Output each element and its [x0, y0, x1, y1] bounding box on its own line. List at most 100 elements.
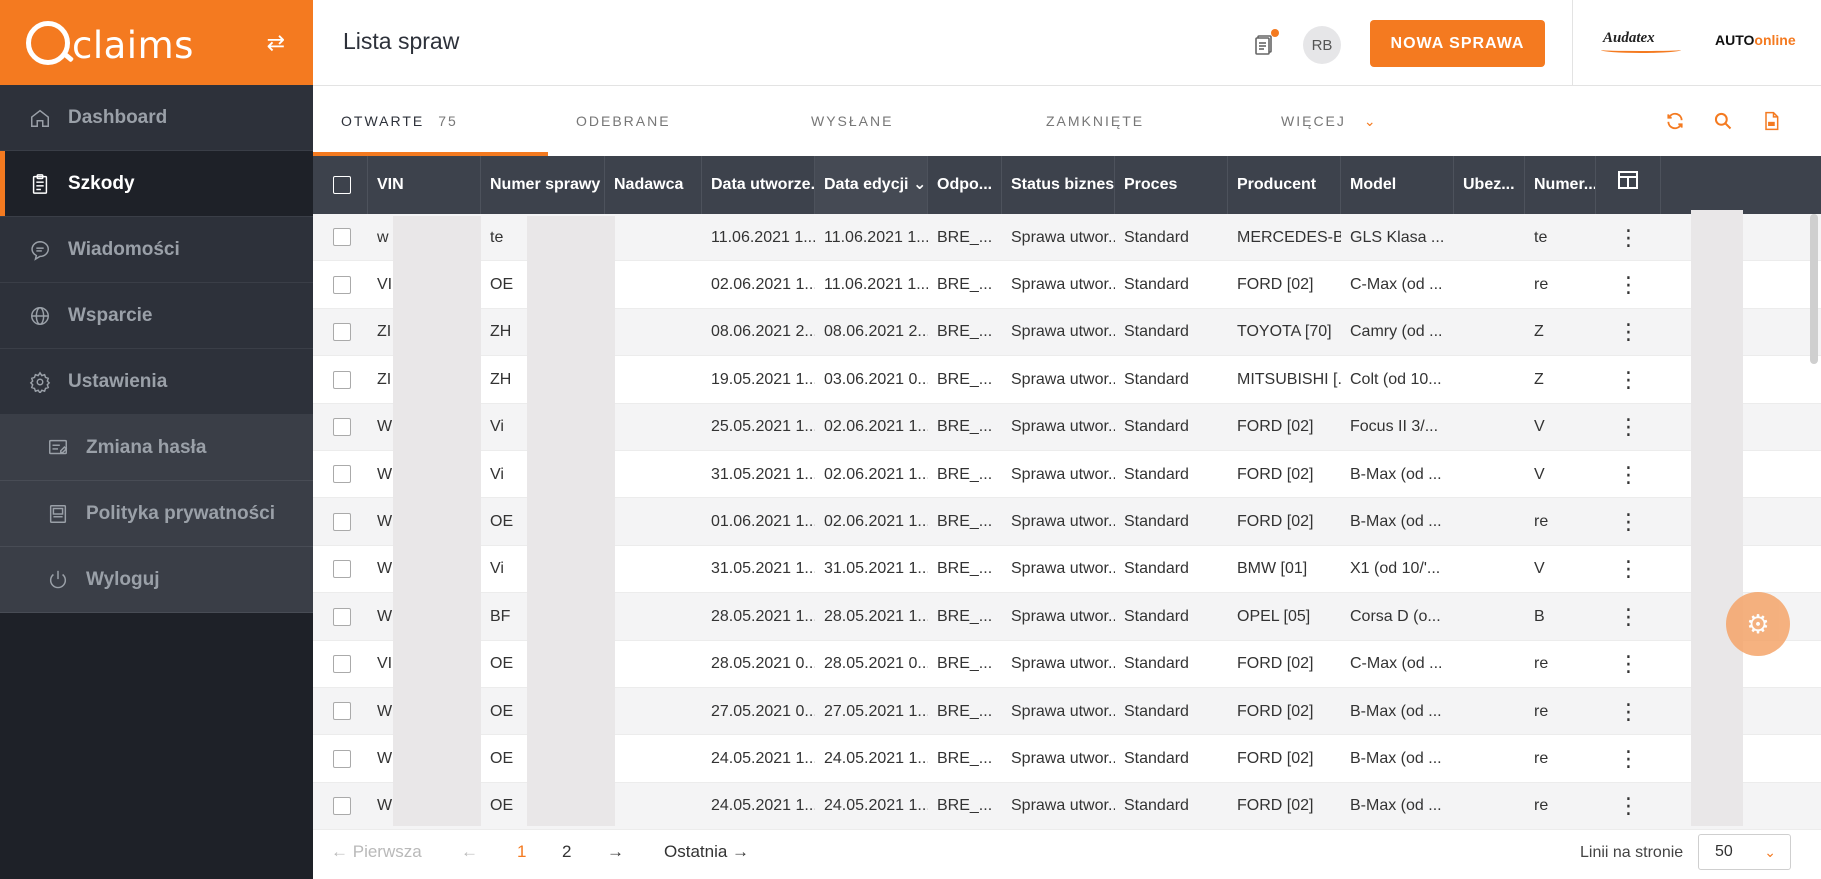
settings-fab-gear-icon[interactable]: ⚙ — [1726, 592, 1790, 656]
cell-created: 28.05.2021 1... — [711, 607, 815, 625]
column-header[interactable]: Data edycji ⌄ — [815, 156, 928, 214]
page-2[interactable]: 2 — [562, 842, 571, 862]
column-header[interactable]: Status biznes... — [1002, 156, 1115, 214]
row-checkbox-cell — [313, 451, 368, 498]
row-checkbox[interactable] — [333, 418, 351, 437]
column-settings-icon[interactable] — [1596, 156, 1661, 214]
sidebar-item-polityka-prywatnosci[interactable]: Polityka prywatności — [0, 481, 313, 547]
sidebar-item-ustawienia[interactable]: Ustawienia — [0, 349, 313, 415]
column-header[interactable]: Nadawca — [605, 156, 702, 214]
cell-status: Sprawa utwor... — [1011, 370, 1115, 388]
cell-status: Sprawa utwor... — [1011, 323, 1115, 341]
logo[interactable]: claims — [26, 18, 194, 67]
scrollbar[interactable] — [1810, 214, 1818, 364]
row-menu-icon[interactable]: ⋮ — [1596, 735, 1661, 782]
row-menu-icon[interactable]: ⋮ — [1596, 782, 1661, 829]
page-1[interactable]: 1 — [517, 842, 526, 862]
cell-model: Colt (od 10... — [1350, 370, 1442, 388]
row-checkbox[interactable] — [333, 797, 351, 816]
row-menu-icon[interactable]: ⋮ — [1596, 403, 1661, 450]
row-checkbox[interactable] — [333, 512, 351, 531]
column-header[interactable]: VIN — [368, 156, 481, 214]
row-menu-icon[interactable]: ⋮ — [1596, 356, 1661, 403]
cell-edited: 31.05.2021 1... — [824, 560, 928, 578]
sidebar-item-wiadomosci[interactable]: Wiadomości — [0, 217, 313, 283]
sidebar-item-dashboard[interactable]: Dashboard — [0, 85, 313, 151]
row-checkbox-cell — [313, 498, 368, 545]
column-header[interactable]: Proces — [1115, 156, 1228, 214]
logo-mark-icon — [26, 20, 70, 65]
sidebar-item-zmiana-hasla[interactable]: Zmiana hasła — [0, 415, 313, 481]
column-header[interactable]: Ubez... — [1454, 156, 1525, 214]
pagination: ← Pierwsza ← 1 2 → Ostatnia → Linii na s… — [313, 826, 1821, 879]
row-checkbox[interactable] — [333, 465, 351, 484]
cell-maker: FORD [02] — [1237, 655, 1314, 673]
sidebar-item-label: Ustawienia — [68, 370, 168, 392]
cell-number: re — [1534, 702, 1549, 720]
select-all-checkbox[interactable] — [333, 175, 351, 194]
cell-number: re — [1534, 655, 1549, 673]
row-checkbox[interactable] — [333, 749, 351, 768]
tab-more[interactable]: WIĘCEJ ⌄ — [1281, 86, 1378, 156]
cell-edited: 02.06.2021 1... — [824, 418, 928, 436]
tab-closed[interactable]: ZAMKNIĘTE — [1046, 86, 1144, 156]
sort-desc-icon: ⌄ — [912, 176, 927, 193]
row-menu-icon[interactable]: ⋮ — [1596, 545, 1661, 592]
first-page-link[interactable]: ← Pierwsza — [331, 842, 422, 862]
row-menu-icon[interactable]: ⋮ — [1596, 308, 1661, 355]
column-header[interactable]: Odpo... — [928, 156, 1002, 214]
sidebar-item-wsparcie[interactable]: Wsparcie — [0, 283, 313, 349]
last-page-link[interactable]: Ostatnia → — [664, 842, 749, 862]
row-menu-icon[interactable]: ⋮ — [1596, 640, 1661, 687]
column-header-label: Ubez... — [1463, 176, 1515, 193]
search-icon[interactable] — [1713, 111, 1733, 131]
notification-badge — [1271, 29, 1279, 37]
row-checkbox-cell — [313, 214, 368, 261]
avatar[interactable]: RB — [1303, 26, 1341, 64]
tab-bar: OTWARTE 75 ODEBRANE WYSŁANE ZAMKNIĘTE WI… — [313, 86, 1821, 156]
column-header[interactable]: Producent — [1228, 156, 1341, 214]
cell-number: V — [1534, 560, 1545, 578]
row-checkbox[interactable] — [333, 654, 351, 673]
sidebar-item-label: Szkody — [68, 172, 135, 194]
cell-created: 31.05.2021 1... — [711, 560, 815, 578]
cell-number: Z — [1534, 370, 1544, 388]
row-menu-icon[interactable]: ⋮ — [1596, 214, 1661, 261]
cell-created: 19.05.2021 1... — [711, 370, 815, 388]
new-case-button[interactable]: NOWA SPRAWA — [1370, 20, 1545, 67]
refresh-icon[interactable] — [1665, 111, 1685, 131]
row-checkbox-cell — [313, 261, 368, 308]
next-arrow-icon[interactable]: → — [607, 842, 624, 862]
row-menu-icon[interactable]: ⋮ — [1596, 593, 1661, 640]
row-menu-icon[interactable]: ⋮ — [1596, 498, 1661, 545]
row-menu-icon[interactable]: ⋮ — [1596, 688, 1661, 735]
swap-arrows-icon[interactable]: ⇄ — [267, 30, 285, 56]
row-checkbox[interactable] — [333, 323, 351, 342]
row-menu-icon[interactable]: ⋮ — [1596, 261, 1661, 308]
cell-number: V — [1534, 465, 1545, 483]
column-header[interactable]: Data utworze... — [702, 156, 815, 214]
tab-received[interactable]: ODEBRANE — [576, 86, 671, 156]
row-checkbox[interactable] — [333, 275, 351, 294]
prev-arrow-icon[interactable]: ← — [461, 842, 478, 862]
rows-per-page-label: Linii na stronie — [1580, 844, 1684, 861]
row-checkbox[interactable] — [333, 228, 351, 247]
row-checkbox[interactable] — [333, 370, 351, 389]
tab-open[interactable]: OTWARTE 75 — [341, 86, 458, 156]
column-header[interactable]: Model — [1341, 156, 1454, 214]
row-checkbox[interactable] — [333, 607, 351, 626]
row-checkbox[interactable] — [333, 560, 351, 579]
sidebar-item-label: Polityka prywatności — [86, 502, 276, 524]
row-checkbox[interactable] — [333, 702, 351, 721]
cell-resp: BRE_... — [937, 655, 993, 673]
column-header[interactable]: Numer sprawy — [481, 156, 605, 214]
column-header[interactable]: Numer... — [1525, 156, 1596, 214]
export-file-icon[interactable] — [1761, 111, 1781, 131]
rows-per-page-select[interactable]: 50 ⌄ — [1698, 834, 1791, 870]
sidebar-item-wyloguj[interactable]: Wyloguj — [0, 547, 313, 613]
autoonline-logo: AUTOonline — [1715, 32, 1796, 48]
cell-status: Sprawa utwor... — [1011, 513, 1115, 531]
sidebar-item-szkody[interactable]: Szkody — [0, 151, 313, 217]
tab-sent[interactable]: WYSŁANE — [811, 86, 893, 156]
row-menu-icon[interactable]: ⋮ — [1596, 451, 1661, 498]
